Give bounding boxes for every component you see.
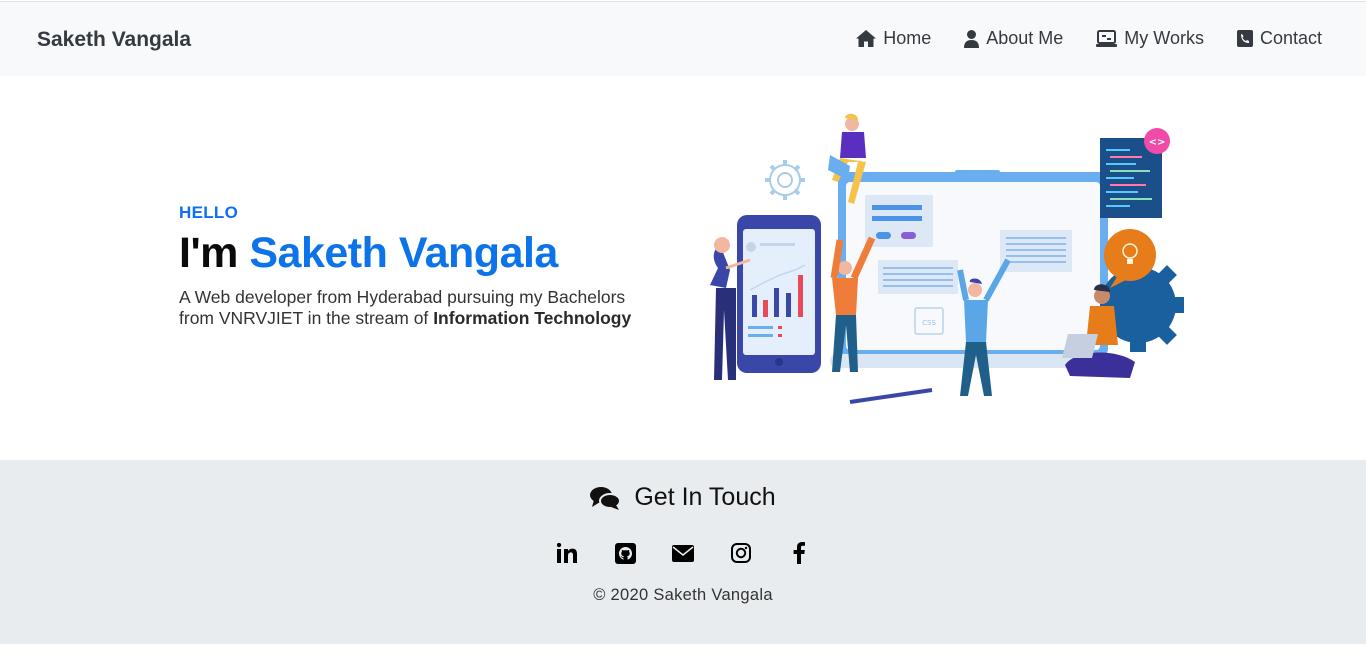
- github-icon: [614, 542, 636, 564]
- linkedin-link[interactable]: [554, 540, 580, 566]
- linkedin-icon: [557, 543, 577, 563]
- nav-item-label: My Works: [1124, 28, 1204, 48]
- comments-icon: [590, 486, 621, 510]
- copyright-text: © 2020 Saketh Vangala: [593, 586, 773, 604]
- nav-item-label: Home: [883, 28, 932, 48]
- nav-item-label: Contact: [1259, 28, 1322, 48]
- css-tag-label: CSS: [922, 319, 936, 327]
- hero-section: HELLO I'm Saketh Vangala A Web developer…: [179, 203, 659, 329]
- footer-title: Get In Touch: [0, 483, 1366, 512]
- navbar: Saketh Vangala Home About Me My Works Co…: [0, 1, 1366, 76]
- hero-description: A Web developer from Hyderabad pursuing …: [179, 287, 654, 329]
- brand-name[interactable]: Saketh Vangala: [37, 28, 191, 52]
- nav-item-label: About Me: [986, 28, 1064, 48]
- nav-item-contact[interactable]: Contact: [1236, 28, 1322, 49]
- headline-name: Saketh Vangala: [249, 229, 558, 277]
- footer: Get In Touch © 2020 Saketh Vangala: [0, 460, 1366, 644]
- facebook-link[interactable]: [786, 540, 812, 566]
- nav-item-works[interactable]: My Works: [1096, 28, 1204, 49]
- instagram-link[interactable]: [728, 540, 754, 566]
- nav-item-about[interactable]: About Me: [964, 28, 1063, 49]
- hero-illustration: CSS <>: [710, 113, 1184, 404]
- description-bold: Information Technology: [433, 308, 632, 329]
- github-link[interactable]: [612, 540, 638, 566]
- home-icon: [856, 30, 877, 47]
- social-links: [0, 540, 1366, 566]
- laptop-icon: [1096, 30, 1118, 47]
- facebook-icon: [793, 542, 805, 564]
- code-badge-label: <>: [1149, 137, 1166, 148]
- phone-icon: [1236, 30, 1253, 47]
- envelope-icon: [672, 544, 694, 562]
- hero-headline: I'm Saketh Vangala: [179, 229, 659, 277]
- instagram-icon: [731, 543, 751, 563]
- user-icon: [964, 29, 980, 48]
- footer-title-label: Get In Touch: [634, 483, 776, 511]
- headline-prefix: I'm: [179, 229, 238, 277]
- nav-item-home[interactable]: Home: [856, 28, 931, 49]
- nav-menu: Home About Me My Works Contact: [823, 28, 1322, 49]
- hero-greeting: HELLO: [179, 203, 239, 222]
- email-link[interactable]: [670, 540, 696, 566]
- gear-icon: [765, 160, 805, 200]
